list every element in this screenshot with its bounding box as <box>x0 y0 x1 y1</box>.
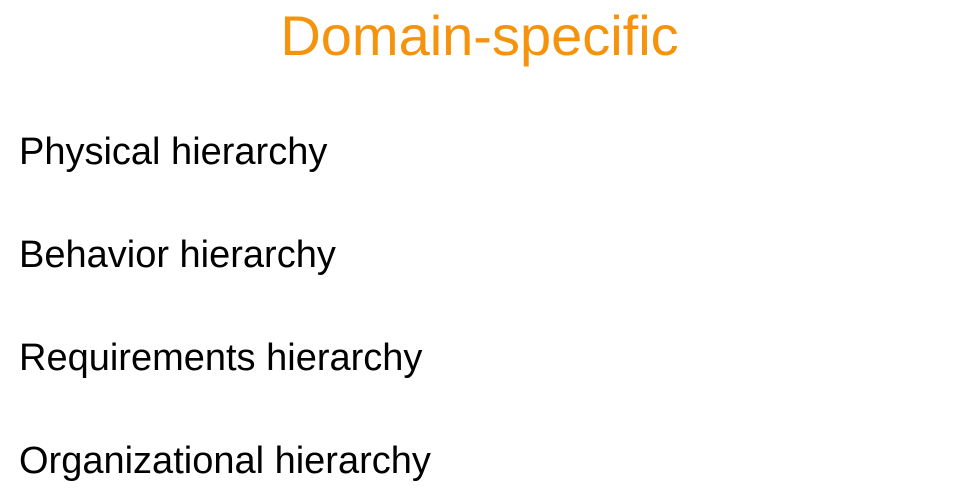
list-item-organizational-hierarchy: Organizational hierarchy <box>19 440 431 482</box>
list-item-behavior-hierarchy: Behavior hierarchy <box>19 234 336 276</box>
hierarchy-list: Physical hierarchy Behavior hierarchy Re… <box>19 126 431 487</box>
list-item-requirements-hierarchy: Requirements hierarchy <box>19 337 423 379</box>
list-item-physical-hierarchy: Physical hierarchy <box>19 131 328 173</box>
slide: Domain-specific Physical hierarchy Behav… <box>0 0 959 494</box>
slide-title: Domain-specific <box>280 4 679 67</box>
